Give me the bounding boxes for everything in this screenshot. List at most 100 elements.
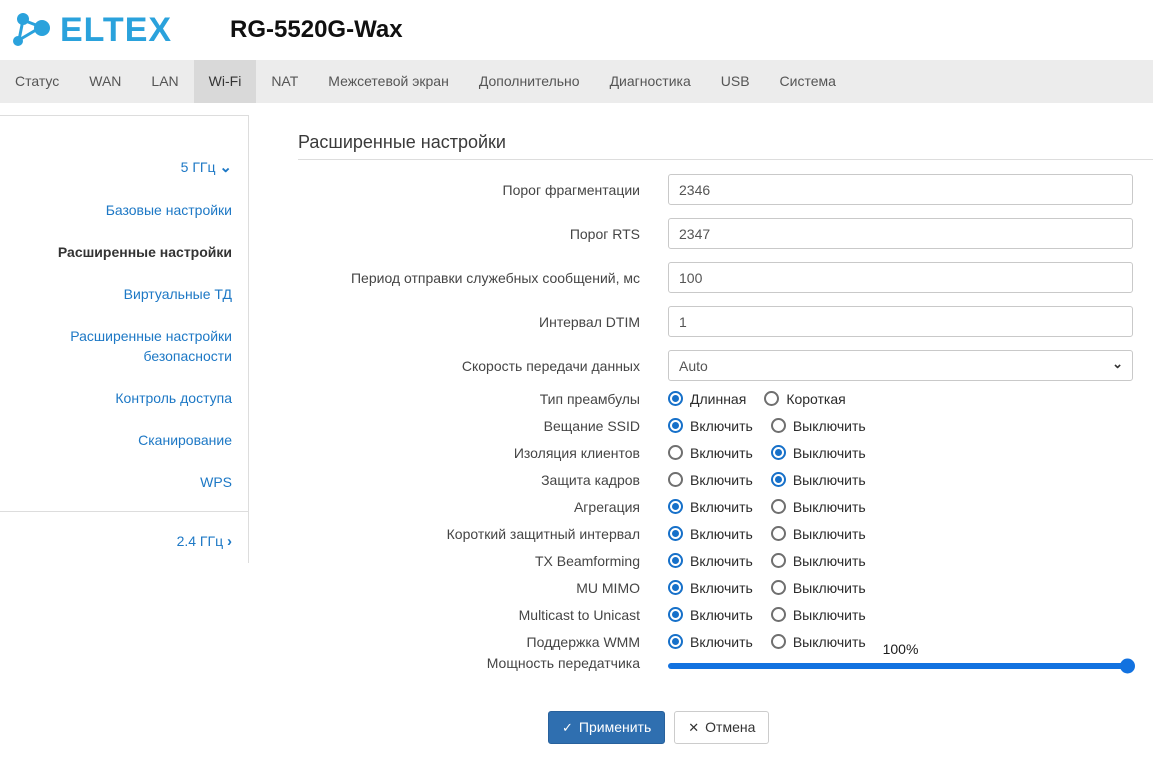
form-row: Агрегация Включить Выключить — [298, 493, 1153, 520]
mu-mimo-enable-option[interactable]: Включить — [668, 580, 753, 596]
frame-protection-enable-option[interactable]: Включить — [668, 472, 753, 488]
radio-option-label: Выключить — [793, 472, 866, 488]
form-row: Тип преамбулы Длинная Короткая — [298, 385, 1153, 412]
multicast-to-unicast-disable-option[interactable]: Выключить — [771, 607, 866, 623]
fragmentation-threshold-input[interactable] — [668, 174, 1133, 205]
field-label: TX Beamforming — [298, 552, 668, 570]
field-label: Multicast to Unicast — [298, 606, 668, 624]
radio-icon[interactable] — [668, 553, 683, 568]
short-gi-disable-option[interactable]: Выключить — [771, 526, 866, 542]
radio-icon[interactable] — [668, 418, 683, 433]
check-icon: ✓ — [562, 719, 573, 736]
frame-protection-disable-option[interactable]: Выключить — [771, 472, 866, 488]
aggregation-enable-option[interactable]: Включить — [668, 499, 753, 515]
sidebar-item-scanning[interactable]: Сканирование — [0, 419, 248, 461]
mu-mimo-disable-option[interactable]: Выключить — [771, 580, 866, 596]
aggregation-radio-group: Включить Выключить — [668, 499, 866, 515]
radio-option-label: Включить — [690, 580, 753, 596]
title-divider — [298, 159, 1153, 160]
tab-system[interactable]: Система — [765, 60, 851, 103]
dtim-interval-input[interactable] — [668, 306, 1133, 337]
tab-lan[interactable]: LAN — [136, 60, 193, 103]
logo-text: ELTEX — [60, 11, 172, 50]
chevron-down-icon: ⌄ — [219, 159, 232, 176]
ssid-broadcast-enable-option[interactable]: Включить — [668, 418, 753, 434]
radio-icon[interactable] — [668, 634, 683, 649]
radio-icon[interactable] — [668, 580, 683, 595]
tab-advanced[interactable]: Дополнительно — [464, 60, 595, 103]
sidebar-item-24ghz-group[interactable]: 2.4 ГГц › — [0, 520, 248, 563]
sidebar-item-advanced-security-settings[interactable]: Расширенные настройки безопасности — [0, 315, 248, 377]
radio-option-label: Включить — [690, 472, 753, 488]
field-label: Интервал DTIM — [298, 313, 668, 331]
rts-threshold-input[interactable] — [668, 218, 1133, 249]
sidebar-item-advanced-settings[interactable]: Расширенные настройки — [0, 231, 248, 273]
tx-beamforming-disable-option[interactable]: Выключить — [771, 553, 866, 569]
radio-icon[interactable] — [771, 445, 786, 460]
radio-icon[interactable] — [668, 391, 683, 406]
tab-usb[interactable]: USB — [706, 60, 765, 103]
radio-icon[interactable] — [771, 526, 786, 541]
preamble-type-short-option[interactable]: Короткая — [764, 391, 845, 407]
tab-diagnostics[interactable]: Диагностика — [595, 60, 706, 103]
radio-icon[interactable] — [764, 391, 779, 406]
tab-firewall[interactable]: Межсетевой экран — [313, 60, 464, 103]
radio-icon[interactable] — [668, 526, 683, 541]
multicast-to-unicast-enable-option[interactable]: Включить — [668, 607, 753, 623]
radio-icon[interactable] — [668, 607, 683, 622]
ssid-broadcast-disable-option[interactable]: Выключить — [771, 418, 866, 434]
close-icon: ✕ — [688, 719, 699, 736]
field-label: Защита кадров — [298, 471, 668, 489]
ssid-broadcast-radio-group: Включить Выключить — [668, 418, 866, 434]
radio-icon[interactable] — [771, 472, 786, 487]
field-label: MU MIMO — [298, 579, 668, 597]
tx-power-slider-thumb[interactable] — [1120, 659, 1135, 674]
sidebar-group-label: 5 ГГц — [181, 159, 216, 175]
sidebar-item-basic-settings[interactable]: Базовые настройки — [0, 189, 248, 231]
main-content: Расширенные настройки Порог фрагментации… — [249, 103, 1153, 744]
form-row: Скорость передачи данных Auto ⌄ — [298, 350, 1153, 381]
preamble-type-long-option[interactable]: Длинная — [668, 391, 746, 407]
tab-nat[interactable]: NAT — [256, 60, 313, 103]
radio-icon[interactable] — [668, 445, 683, 460]
frame-protection-radio-group: Включить Выключить — [668, 472, 866, 488]
beacon-interval-input[interactable] — [668, 262, 1133, 293]
form-row: Multicast to Unicast Включить Выключить — [298, 601, 1153, 628]
radio-option-label: Длинная — [690, 391, 746, 407]
radio-icon[interactable] — [771, 418, 786, 433]
sidebar-item-wps[interactable]: WPS — [0, 461, 248, 503]
tab-status[interactable]: Статус — [0, 60, 74, 103]
radio-option-label: Включить — [690, 526, 753, 542]
sidebar-item-5ghz-group[interactable]: 5 ГГц ⌄ — [0, 146, 248, 189]
tab-wifi[interactable]: Wi-Fi — [194, 60, 257, 103]
radio-option-label: Короткая — [786, 391, 845, 407]
radio-icon[interactable] — [668, 499, 683, 514]
radio-icon[interactable] — [771, 607, 786, 622]
aggregation-disable-option[interactable]: Выключить — [771, 499, 866, 515]
data-rate-select[interactable]: Auto — [668, 350, 1133, 381]
tx-power-slider[interactable] — [668, 663, 1133, 669]
sidebar-item-virtual-ap[interactable]: Виртуальные ТД — [0, 273, 248, 315]
radio-icon[interactable] — [771, 499, 786, 514]
main-nav: Статус WAN LAN Wi-Fi NAT Межсетевой экра… — [0, 60, 1153, 103]
tx-beamforming-enable-option[interactable]: Включить — [668, 553, 753, 569]
radio-icon[interactable] — [668, 472, 683, 487]
field-label: Порог RTS — [298, 225, 668, 243]
radio-icon[interactable] — [771, 553, 786, 568]
form-buttons: ✓ Применить ✕ Отмена — [548, 711, 1153, 744]
cancel-button[interactable]: ✕ Отмена — [674, 711, 769, 744]
field-label: Скорость передачи данных — [298, 357, 668, 375]
sidebar-item-access-control[interactable]: Контроль доступа — [0, 377, 248, 419]
form-row: TX Beamforming Включить Выключить — [298, 547, 1153, 574]
radio-option-label: Включить — [690, 607, 753, 623]
apply-button[interactable]: ✓ Применить — [548, 711, 665, 744]
short-gi-enable-option[interactable]: Включить — [668, 526, 753, 542]
radio-icon[interactable] — [771, 580, 786, 595]
radio-option-label: Выключить — [793, 445, 866, 461]
client-isolation-enable-option[interactable]: Включить — [668, 445, 753, 461]
radio-icon[interactable] — [771, 634, 786, 649]
client-isolation-disable-option[interactable]: Выключить — [771, 445, 866, 461]
field-label: Изоляция клиентов — [298, 444, 668, 462]
tab-wan[interactable]: WAN — [74, 60, 136, 103]
radio-option-label: Выключить — [793, 580, 866, 596]
